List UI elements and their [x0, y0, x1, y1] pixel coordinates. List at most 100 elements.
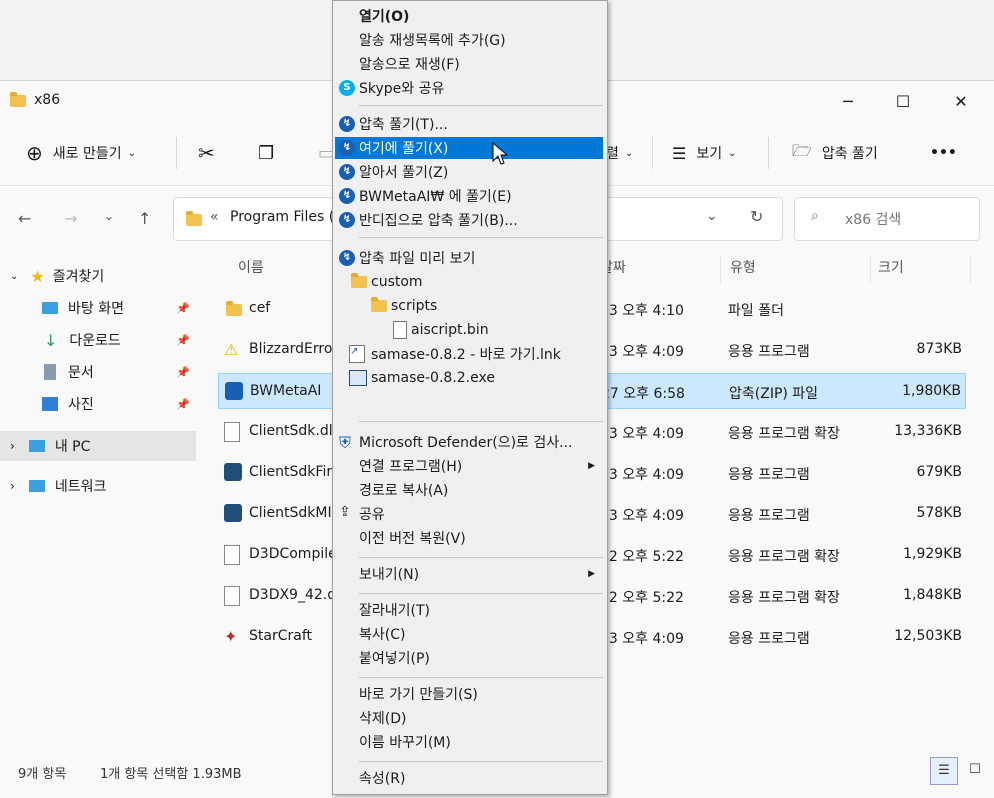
menu-item-rename[interactable]: 이름 바꾸기(M): [335, 731, 603, 753]
file-size: 13,336KB: [894, 423, 962, 439]
pin-icon[interactable]: 📌: [176, 302, 190, 315]
minimize-button[interactable]: ─: [825, 81, 871, 121]
view-button[interactable]: ☰ 보기 ⌄: [672, 139, 737, 167]
menu-item-create-shortcut[interactable]: 바로 가기 만들기(S): [335, 683, 603, 705]
breadcrumb[interactable]: Program Files (: [230, 209, 334, 225]
menu-item-extract-smart[interactable]: ↯ 알아서 풀기(Z): [335, 161, 603, 183]
menu-item-share[interactable]: ⇪ 공유: [335, 503, 603, 525]
menu-item-send-to[interactable]: 보내기(N) ▶: [335, 563, 603, 585]
menu-item-extract-to[interactable]: ↯ 압축 풀기(T)...: [335, 113, 603, 135]
sidebar-item-label: 즐겨찾기: [52, 269, 105, 285]
pin-icon[interactable]: 📌: [176, 398, 190, 411]
sidebar-item-this-pc[interactable]: › 내 PC: [0, 431, 196, 461]
sidebar-item-desktop[interactable]: 바탕 화면 📌: [0, 293, 196, 323]
menu-item-properties[interactable]: 속성(R): [335, 767, 603, 789]
column-divider[interactable]: [720, 255, 721, 283]
sidebar-item-network[interactable]: › 네트워크: [0, 471, 196, 501]
preview-folder-scripts[interactable]: scripts: [335, 295, 603, 317]
sort-button[interactable]: 렬 ⌄: [606, 139, 633, 167]
cut-button[interactable]: ✂: [198, 139, 215, 167]
menu-item-extract-bandizip[interactable]: ↯ 반디집으로 압축 풀기(B)...: [335, 209, 603, 231]
dll-icon: [224, 545, 240, 565]
sidebar-item-pictures[interactable]: 사진 📌: [0, 389, 196, 419]
menu-item-copy[interactable]: 복사(C): [335, 623, 603, 645]
column-header-type[interactable]: 유형: [730, 257, 756, 277]
menu-item-delete[interactable]: 삭제(D): [335, 707, 603, 729]
preview-file-exe[interactable]: samase-0.8.2.exe: [335, 367, 603, 389]
column-header-name[interactable]: 이름: [238, 257, 264, 277]
forward-arrow-icon[interactable]: →: [64, 209, 77, 228]
divider: [768, 137, 769, 169]
file-name: BlizzardError: [249, 341, 339, 357]
file-type: 응용 프로그램 확장: [728, 590, 840, 606]
menu-item-skype-share[interactable]: S Skype와 공유: [335, 77, 603, 99]
breadcrumb-overflow[interactable]: «: [210, 209, 219, 225]
document-icon: [44, 364, 56, 380]
menu-item-defender[interactable]: ⛨ Microsoft Defender(으)로 검사...: [335, 431, 603, 453]
preview-file-aiscript[interactable]: aiscript.bin: [335, 319, 603, 341]
up-arrow-icon[interactable]: ↑: [138, 209, 151, 228]
preview-file-lnk[interactable]: ↗ samase-0.8.2 - 바로 가기.lnk: [335, 343, 603, 365]
sidebar-item-favorites[interactable]: ⌄ ★ 즐겨찾기: [0, 261, 196, 291]
menu-item-open[interactable]: 열기(O): [335, 5, 603, 27]
menu-item-cut[interactable]: 잘라내기(T): [335, 599, 603, 621]
menu-separator: [359, 105, 603, 106]
sidebar-item-downloads[interactable]: ↓ 다운로드 📌: [0, 325, 196, 355]
copy-icon: ❐: [258, 142, 275, 164]
file-type: 응용 프로그램: [728, 467, 810, 483]
download-icon: ↓: [44, 330, 58, 350]
plus-circle-icon: ⊕: [26, 141, 43, 165]
window-title: x86: [34, 92, 61, 108]
menu-item-preview[interactable]: ↯ 압축 파일 미리 보기: [335, 247, 603, 269]
search-box[interactable]: ⌕ x86 검색: [794, 197, 980, 241]
pin-icon[interactable]: 📌: [176, 334, 190, 347]
menu-item-open-with[interactable]: 연결 프로그램(H) ▶: [335, 455, 603, 477]
folder-icon: [351, 273, 367, 288]
menu-item-paste[interactable]: 붙여넣기(P): [335, 647, 603, 669]
file-size: 679KB: [916, 464, 962, 480]
new-button[interactable]: ⊕ 새로 만들기 ⌄: [26, 139, 136, 167]
menu-item-play[interactable]: 알송으로 재생(F): [335, 53, 603, 75]
refresh-icon[interactable]: ↻: [750, 207, 763, 226]
extract-all-button[interactable]: 🗁 압축 풀기: [792, 139, 878, 167]
file-name: ClientSdk.dl: [249, 423, 333, 439]
maximize-button[interactable]: ☐: [880, 81, 926, 121]
menu-label: 이전 버전 복원(V): [359, 531, 466, 547]
column-divider[interactable]: [870, 255, 871, 283]
sidebar-item-label: 사진: [68, 397, 94, 413]
back-arrow-icon[interactable]: ←: [18, 209, 31, 228]
file-size: 1,929KB: [903, 546, 962, 562]
chevron-down-icon[interactable]: ⌄: [104, 209, 114, 223]
search-input[interactable]: x86 검색: [845, 209, 901, 229]
tiles-view-icon[interactable]: ☐: [962, 757, 988, 783]
menu-separator: [359, 237, 603, 238]
chevron-right-icon: ›: [10, 439, 15, 453]
file-type: 응용 프로그램: [728, 508, 810, 524]
menu-item-extract-here[interactable]: ↯ 여기에 풀기(X): [335, 137, 603, 159]
copy-button[interactable]: ❐: [258, 139, 274, 167]
column-divider[interactable]: [970, 255, 971, 283]
file-type: 응용 프로그램 확장: [728, 426, 840, 442]
menu-label: samase-0.8.2 - 바로 가기.lnk: [371, 347, 561, 363]
menu-item-add-playlist[interactable]: 알송 재생목록에 추가(G): [335, 29, 603, 51]
column-header-size[interactable]: 크기: [878, 257, 904, 277]
menu-label: 알송으로 재생(F): [359, 57, 460, 73]
menu-item-copy-path[interactable]: 경로로 복사(A): [335, 479, 603, 501]
sidebar-item-documents[interactable]: 문서 📌: [0, 357, 196, 387]
menu-label: 속성(R): [359, 771, 406, 787]
preview-folder-custom[interactable]: custom: [335, 271, 603, 293]
menu-label: Skype와 공유: [359, 81, 445, 97]
close-button[interactable]: ✕: [938, 81, 984, 121]
file-date: 22 오후 5:22: [600, 590, 684, 606]
pin-icon[interactable]: 📌: [176, 366, 190, 379]
menu-item-extract-folder[interactable]: ↯ BWMetaAI₩ 에 풀기(E): [335, 185, 603, 207]
chevron-down-icon: ⌄: [10, 270, 19, 282]
file-size: 578KB: [916, 505, 962, 521]
item-count: 9개 항목: [18, 767, 67, 782]
more-button[interactable]: •••: [930, 139, 957, 167]
chevron-down-icon[interactable]: ⌄: [706, 208, 718, 224]
menu-item-restore[interactable]: 이전 버전 복원(V): [335, 527, 603, 549]
details-view-icon[interactable]: ☰: [930, 757, 958, 785]
new-label: 새로 만들기: [52, 146, 122, 162]
sidebar-item-label: 다운로드: [69, 333, 121, 349]
